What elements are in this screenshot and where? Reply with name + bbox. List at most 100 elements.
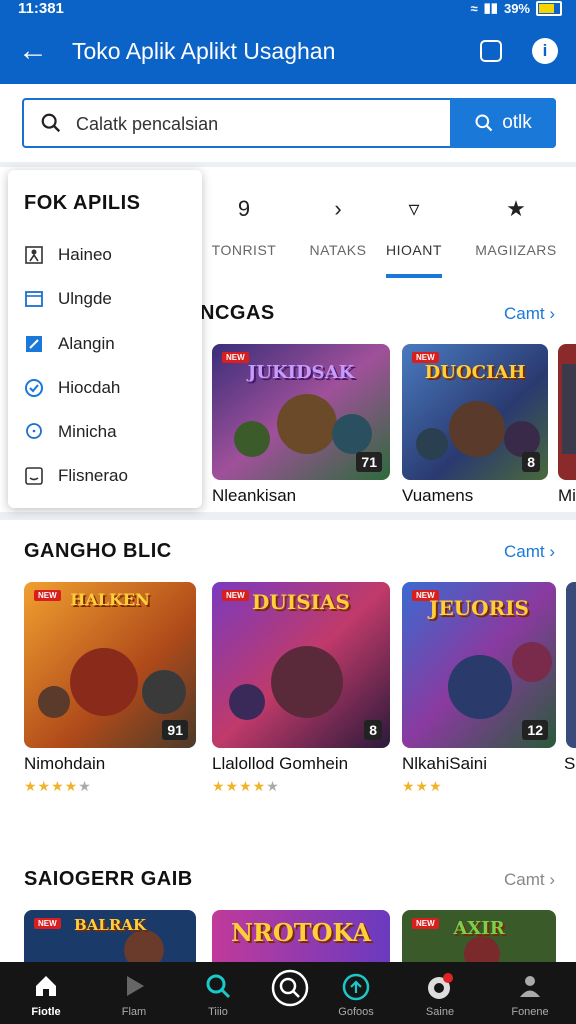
dropdown-item-label: Haineo: [58, 245, 112, 264]
battery-icon: [536, 0, 562, 16]
search-button-icon: [475, 114, 493, 132]
game-logo: DUOCIAH: [424, 362, 526, 383]
section-title: GANGHO BLIC: [24, 540, 172, 562]
search-button-label: otlk: [502, 112, 532, 133]
game-logo: AXIR: [453, 918, 505, 939]
check-circle-icon: [25, 379, 43, 397]
dropdown-item-minicha[interactable]: Minicha: [24, 417, 194, 447]
dropdown-item-flisnerao[interactable]: Flisnerao: [24, 461, 194, 491]
see-more-label: Camt: [504, 870, 545, 889]
profile-icon: [494, 972, 566, 1000]
signal-icon: ▮▮: [483, 0, 498, 15]
rating-stars: ★★★★★: [24, 778, 92, 794]
dropdown-item-label: Hiocdah: [58, 378, 121, 397]
game-card-partial[interactable]: [558, 344, 576, 480]
nav-label: Fonene: [511, 1006, 549, 1018]
nav-gofoos[interactable]: Gofoos: [320, 962, 392, 1024]
app-bar: ← Toko Aplik Aplikt Usaghan i: [0, 20, 576, 84]
card-count: 8: [364, 720, 382, 740]
game-card[interactable]: NEW JUKIDSAK 71: [212, 344, 390, 480]
game-art: [558, 344, 576, 480]
game-name: Llalollod Gomhein: [212, 754, 349, 773]
nav-profile[interactable]: Fonene: [494, 962, 566, 1024]
game-card[interactable]: NEW AXIR: [402, 910, 556, 962]
tab-underline: [386, 274, 442, 278]
game-card[interactable]: NROTOKA: [212, 910, 390, 962]
nav-center[interactable]: [254, 962, 326, 1024]
chat-icon: [26, 423, 42, 439]
nav-label: Tiiio: [208, 1006, 228, 1018]
game-name: Nleankisan: [212, 486, 297, 505]
section-title: SAIOGERR GAIB: [24, 868, 193, 890]
dropdown-item-label: Ulngde: [58, 289, 112, 308]
game-name: S: [564, 754, 576, 773]
card-count: 8: [522, 452, 540, 472]
card-count: 12: [522, 720, 548, 740]
edit-icon: [26, 336, 42, 352]
game-logo: JEUORIS: [429, 596, 529, 620]
dropdown-item-ulngde[interactable]: Ulngde: [24, 284, 194, 314]
share-icon[interactable]: [480, 40, 502, 62]
status-bar: 11:381 ≈ ▮▮ 39%: [0, 0, 576, 20]
nine-icon: 9: [237, 196, 251, 221]
category-tabs: 9 TONRIST › NATAKS ▿ HIOANT ★ MAGIIZARS: [196, 176, 576, 286]
game-name: Nimohdain: [24, 754, 106, 773]
game-name: NlkahiSaini: [402, 754, 488, 773]
see-more-link[interactable]: Camt ›: [504, 870, 555, 890]
smile-box-icon: [25, 467, 43, 485]
nav-label: Fiotle: [31, 1006, 61, 1018]
dropdown-item-alangin[interactable]: Alangin: [24, 329, 194, 359]
dropdown-item-label: Minicha: [58, 422, 117, 441]
dropdown-item-haineo[interactable]: Haineo: [24, 240, 194, 270]
see-more-link[interactable]: Camt ›: [504, 542, 555, 562]
window-icon: [25, 291, 43, 307]
section-title: NCGAS: [200, 302, 275, 324]
bottom-nav: Fiotle Flam Tiiio Gofoos Saine Fonene: [0, 962, 576, 1024]
search-area: otlk: [0, 84, 576, 167]
game-logo: BALRAK: [73, 916, 146, 934]
tab-tonrist[interactable]: 9 TONRIST: [196, 176, 292, 286]
game-card[interactable]: NEW HALKEN 91: [24, 582, 196, 748]
game-card[interactable]: NEW DUISIAS 8: [212, 582, 390, 748]
nav-search[interactable]: Tiiio: [182, 962, 254, 1024]
nav-home[interactable]: Fiotle: [10, 962, 82, 1024]
help-icon[interactable]: i: [532, 38, 558, 64]
game-card[interactable]: NEW JEUORIS 12: [402, 582, 556, 748]
search-box: otlk: [22, 98, 556, 148]
search-button[interactable]: otlk: [450, 98, 556, 148]
game-logo: JUKIDSAK: [247, 362, 355, 383]
play-icon: [98, 972, 170, 1000]
notification-icon: [404, 972, 476, 1000]
game-name: Mi: [558, 486, 576, 505]
dropdown-item-hiocdah[interactable]: Hiocdah: [24, 373, 194, 403]
battery-text: 39%: [503, 0, 530, 16]
home-icon: [10, 972, 82, 1000]
search-icon: [41, 113, 61, 133]
category-dropdown: FOK APILIS Haineo Ulngde Alangin Hiocdah…: [8, 170, 202, 508]
game-card[interactable]: NEW BALRAK: [24, 910, 196, 962]
nav-play[interactable]: Flam: [98, 962, 170, 1024]
see-more-label: Camt: [504, 304, 545, 323]
user-icon: [25, 246, 43, 264]
search-input[interactable]: [74, 110, 448, 138]
nav-label: Saine: [425, 1006, 455, 1018]
nav-saine[interactable]: Saine: [404, 962, 476, 1024]
see-more-label: Camt: [504, 542, 545, 561]
see-more-link[interactable]: Camt ›: [504, 304, 555, 324]
dropdown-item-label: Flisnerao: [58, 466, 128, 485]
dropdown-title: FOK APILIS: [24, 192, 141, 214]
tab-hioant[interactable]: ▿ HIOANT: [366, 176, 462, 286]
pen-icon: ▿: [408, 196, 420, 221]
search-icon: [182, 972, 254, 1000]
game-card-partial[interactable]: [566, 582, 576, 748]
tab-label: HIOANT: [386, 242, 442, 258]
game-art: [566, 582, 576, 748]
tab-magiizars[interactable]: ★ MAGIIZARS: [468, 176, 564, 286]
back-arrow-icon[interactable]: ←: [18, 34, 48, 68]
nav-label: Flam: [121, 1006, 147, 1018]
tab-label: MAGIIZARS: [475, 242, 557, 258]
game-name: Vuamens: [402, 486, 474, 505]
game-card[interactable]: NEW DUOCIAH 8: [402, 344, 548, 480]
game-logo: DUISIAS: [252, 590, 350, 614]
section-divider: [0, 512, 576, 520]
